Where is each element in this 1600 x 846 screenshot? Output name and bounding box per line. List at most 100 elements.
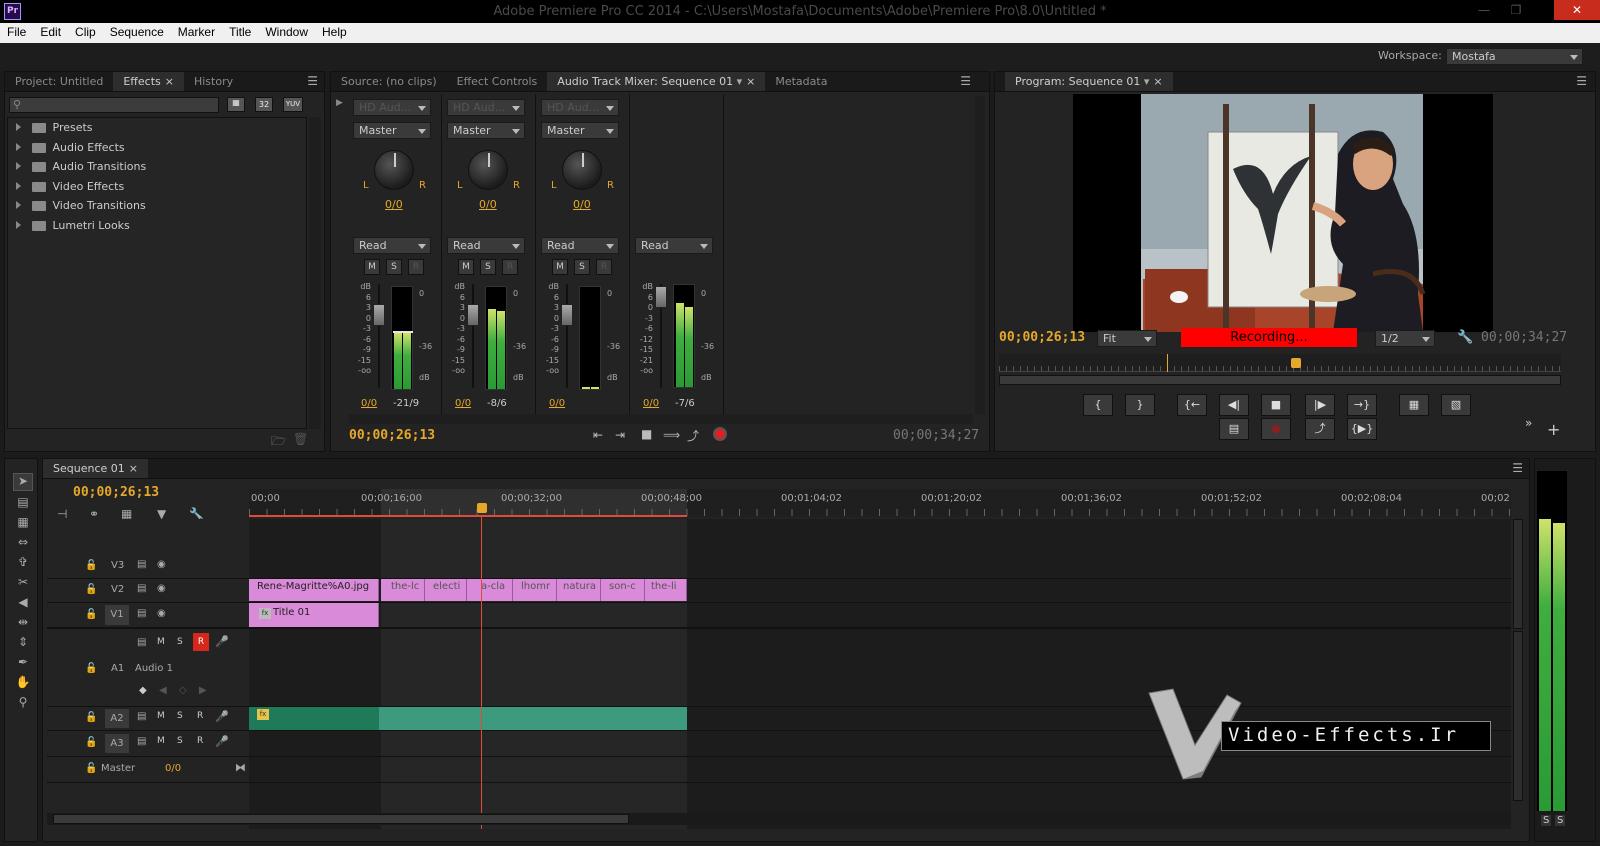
mixer-vertical-scrollbar[interactable] <box>975 96 985 414</box>
menu-edit[interactable]: Edit <box>33 23 68 39</box>
sync-lock-icon[interactable]: ▤ <box>137 608 146 619</box>
eye-icon[interactable]: ◉ <box>157 608 166 619</box>
program-time-ruler[interactable] <box>999 354 1561 372</box>
mute-button[interactable]: M <box>157 736 165 746</box>
volume-fader[interactable] <box>373 284 385 388</box>
stop-button[interactable]: ■ <box>1261 394 1291 416</box>
clip[interactable]: lhomr <box>513 579 557 601</box>
mute-button[interactable]: M <box>157 711 165 721</box>
mixer-current-time[interactable]: 00;00;26;13 <box>349 428 435 443</box>
tab-program[interactable]: Program: Sequence 01 ▾ × <box>1005 72 1173 91</box>
close-icon[interactable]: × <box>1153 75 1162 88</box>
track-select-tool-icon[interactable]: ▤ <box>13 495 33 513</box>
panel-menu-icon[interactable]: ☰ <box>307 74 318 88</box>
tab-source[interactable]: Source: (no clips) <box>331 72 447 91</box>
mute-button[interactable]: M <box>552 259 568 275</box>
track-name[interactable]: A3 <box>105 734 129 753</box>
export-frame-button[interactable]: ⤴ <box>1305 418 1335 440</box>
track-name[interactable]: A2 <box>105 709 129 728</box>
volume-fader[interactable] <box>467 284 479 388</box>
expand-icon[interactable] <box>16 142 21 151</box>
clip[interactable]: the-li <box>645 579 687 601</box>
record-button[interactable] <box>713 427 727 441</box>
close-icon[interactable]: × <box>165 75 174 88</box>
playhead-icon[interactable] <box>477 503 487 513</box>
playhead-icon[interactable] <box>1291 358 1301 368</box>
play-in-to-out-button[interactable]: {▶} <box>1347 418 1377 440</box>
tab-effects[interactable]: Effects × <box>113 72 184 91</box>
playhead-line[interactable] <box>481 515 482 829</box>
chevron-down-icon[interactable]: ▾ <box>1144 75 1150 88</box>
add-button-icon[interactable]: + <box>1547 420 1560 439</box>
record-enable-button[interactable]: R <box>197 736 203 746</box>
solo-button[interactable]: S <box>480 259 496 275</box>
play-in-to-out-icon[interactable]: ⟹ <box>663 428 680 442</box>
clip[interactable]: electi <box>425 579 467 601</box>
expand-icon[interactable] <box>16 162 21 170</box>
go-to-end-icon[interactable]: ⧓ <box>235 761 246 774</box>
volume-value[interactable]: 0/0 <box>643 398 659 409</box>
stop-icon[interactable]: ■ <box>641 427 652 441</box>
fit-select[interactable]: Fit <box>1097 330 1157 347</box>
automation-mode-select[interactable]: Read <box>635 237 713 254</box>
expand-icon[interactable]: ▶ <box>336 98 343 108</box>
tab-metadata[interactable]: Metadata <box>765 72 837 91</box>
clip[interactable]: the-lc <box>381 579 425 601</box>
channel-output-select[interactable]: Master <box>447 122 525 139</box>
audio-clip[interactable] <box>379 707 687 730</box>
sync-lock-icon[interactable]: ▤ <box>137 736 146 747</box>
clip[interactable]: natura <box>557 579 601 601</box>
volume-value[interactable]: 0/0 <box>455 398 471 409</box>
volume-fader[interactable] <box>561 284 573 388</box>
mark-in-button[interactable]: { <box>1083 394 1113 416</box>
mark-in-icon[interactable]: ⇤ <box>593 428 603 442</box>
step-back-button[interactable]: ◀| <box>1219 394 1249 416</box>
tree-item-audio-transitions[interactable]: Audio Transitions <box>8 157 306 177</box>
tab-history[interactable]: History <box>184 72 243 91</box>
razor-tool-icon[interactable]: ✂ <box>13 575 33 593</box>
effects-search-input[interactable]: ⚲ <box>9 97 219 113</box>
tab-sequence[interactable]: Sequence 01 × <box>43 459 148 478</box>
clip[interactable]: a-cla <box>467 579 513 601</box>
panel-menu-icon[interactable]: ☰ <box>1576 74 1587 88</box>
channel-output-select[interactable]: Master <box>541 122 619 139</box>
menu-file[interactable]: File <box>0 23 33 39</box>
automation-mode-select[interactable]: Read <box>447 237 525 254</box>
lock-icon[interactable]: 🔓 <box>85 584 97 595</box>
menu-sequence[interactable]: Sequence <box>103 23 171 39</box>
lock-icon[interactable]: 🔓 <box>85 712 97 723</box>
lock-icon[interactable]: 🔓 <box>85 763 97 774</box>
yuv-effects-icon[interactable]: YUV <box>283 97 303 112</box>
hand-tool-icon[interactable]: ✋ <box>13 675 33 693</box>
mark-out-button[interactable]: } <box>1125 394 1155 416</box>
mixer-horizontal-scrollbar[interactable] <box>349 414 973 424</box>
keyframe-icon[interactable]: ◆ <box>139 685 147 696</box>
extract-button[interactable]: ▧ <box>1441 394 1471 416</box>
microphone-icon[interactable]: 🎤 <box>215 735 229 748</box>
sync-lock-icon[interactable]: ▤ <box>137 559 146 570</box>
program-zoom-scrollbar[interactable] <box>999 375 1561 385</box>
solo-button[interactable]: S <box>177 711 183 721</box>
menu-marker[interactable]: Marker <box>171 23 222 39</box>
delete-icon[interactable]: 🗑 <box>293 432 308 446</box>
chevron-down-icon[interactable]: ▾ <box>737 75 743 88</box>
tab-project[interactable]: Project: Untitled <box>5 72 113 91</box>
rate-stretch-tool-icon[interactable]: ✞ <box>13 555 33 573</box>
solo-button[interactable]: S <box>574 259 590 275</box>
lock-icon[interactable]: 🔓 <box>85 609 97 620</box>
channel-input-select[interactable]: HD Aud... <box>353 99 431 116</box>
panel-menu-icon[interactable]: ☰ <box>960 74 971 88</box>
video-tracks-scrollbar[interactable] <box>1513 519 1523 629</box>
go-to-out-button[interactable]: →} <box>1347 394 1377 416</box>
timeline-horizontal-scrollbar[interactable] <box>47 813 1511 825</box>
selection-tool-icon[interactable]: ➤ <box>13 473 33 491</box>
slip-tool-icon[interactable]: ◀ <box>13 595 33 613</box>
tree-item-lumetri-looks[interactable]: Lumetri Looks <box>8 216 306 236</box>
add-keyframe-icon[interactable]: ◇ <box>179 685 187 696</box>
program-current-time[interactable]: 00;00;26;13 <box>999 330 1085 345</box>
loop-icon[interactable]: ⤴ <box>687 427 699 444</box>
volume-fader[interactable] <box>655 284 667 388</box>
pan-value[interactable]: 0/0 <box>573 198 591 211</box>
32bit-effects-icon[interactable]: 32 <box>255 97 273 112</box>
zoom-tool-icon[interactable]: ⚲ <box>13 695 33 713</box>
